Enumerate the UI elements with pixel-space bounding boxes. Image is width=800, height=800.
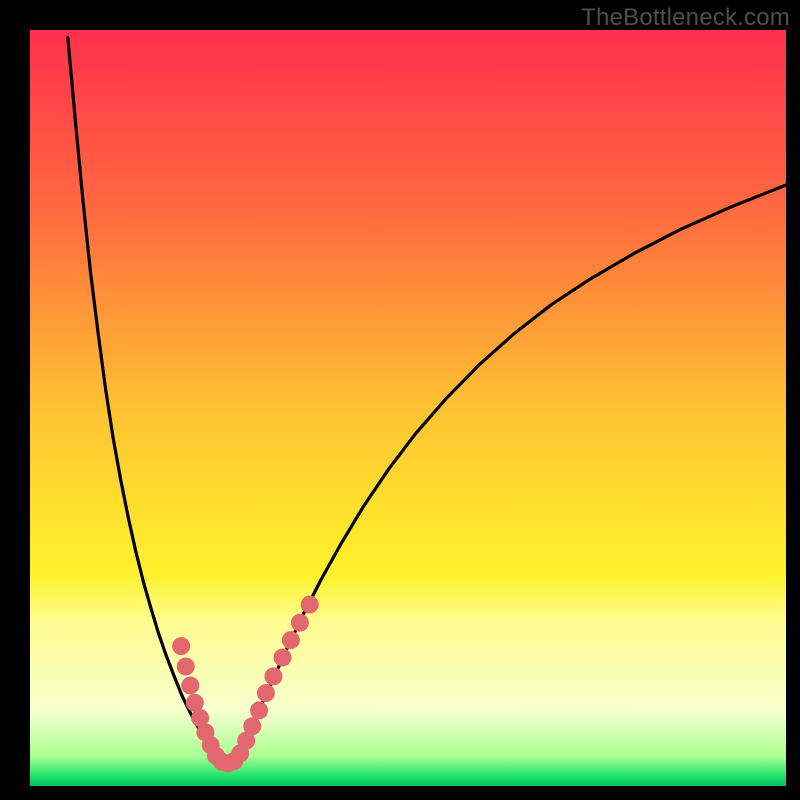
series-left-branch	[68, 38, 214, 756]
chart-overlay	[30, 30, 786, 786]
marker-point	[264, 667, 282, 685]
marker-point	[172, 637, 190, 655]
outer-frame: TheBottleneck.com	[0, 0, 800, 800]
marker-group	[172, 596, 319, 773]
plot-area	[30, 30, 786, 786]
curve-group	[68, 38, 786, 765]
marker-point	[257, 684, 275, 702]
marker-point	[177, 658, 195, 676]
watermark: TheBottleneck.com	[581, 4, 790, 32]
marker-point	[274, 648, 292, 666]
marker-point	[301, 596, 319, 614]
marker-point	[282, 631, 300, 649]
marker-point	[291, 614, 309, 632]
marker-point	[250, 701, 268, 719]
series-right-branch	[239, 185, 786, 756]
marker-point	[181, 676, 199, 694]
marker-point	[243, 717, 261, 735]
